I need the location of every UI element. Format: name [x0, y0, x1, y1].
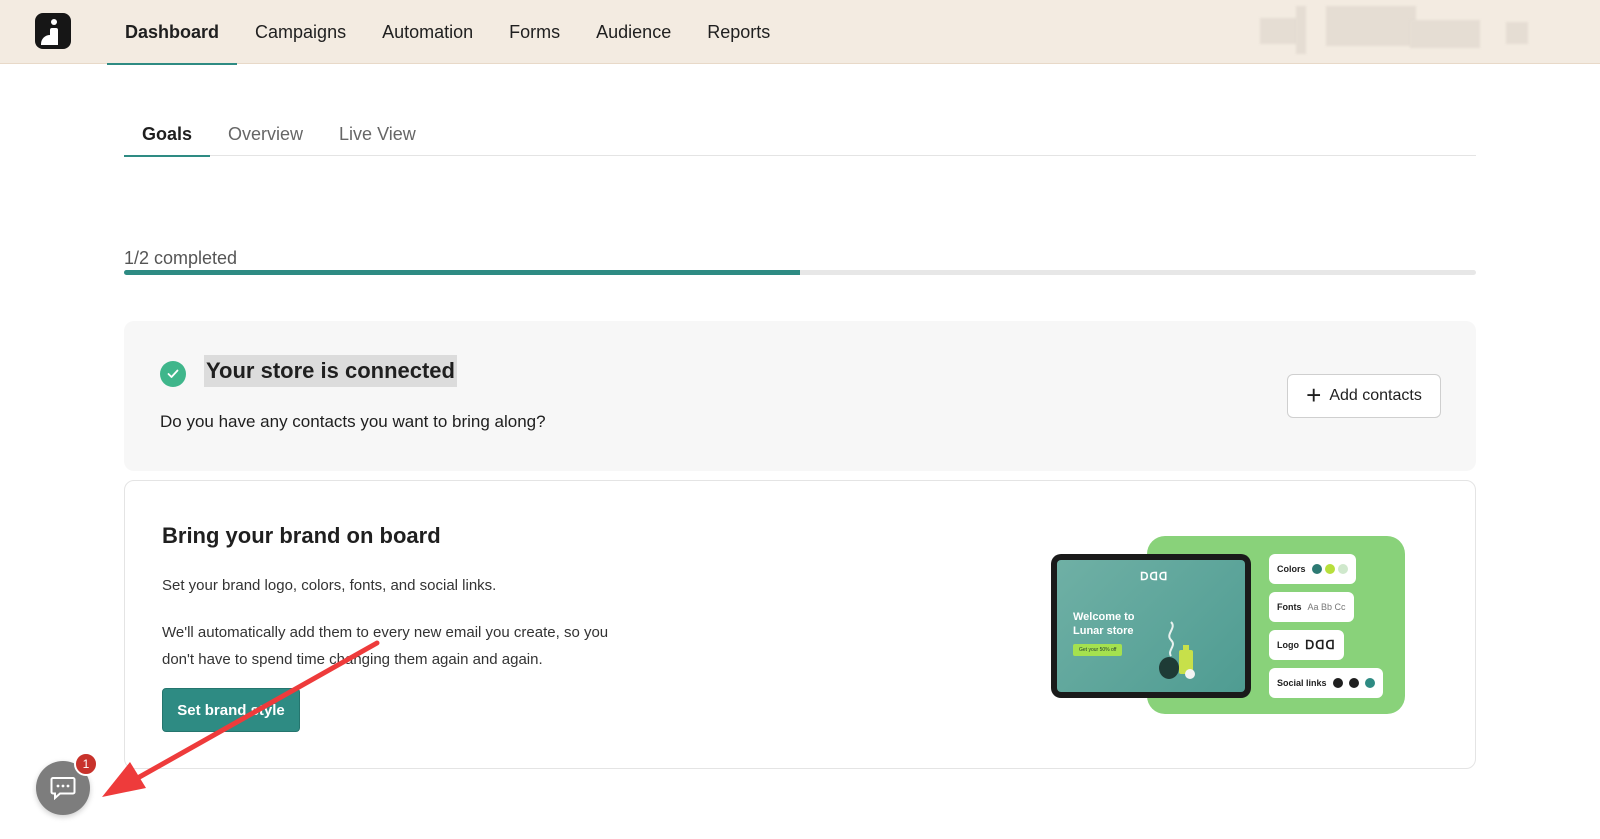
app-logo[interactable] — [35, 13, 71, 49]
color-swatch-teal — [1311, 564, 1322, 574]
logo-mark-icon: ᗞᗡᗡ — [1305, 638, 1336, 652]
nav-campaigns[interactable]: Campaigns — [237, 0, 364, 64]
dashboard-tabs: Goals Overview Live View — [124, 112, 1476, 157]
screen-title: Welcome to Lunar store — [1073, 611, 1135, 637]
logo-chip: Logo ᗞᗡᗡ — [1269, 630, 1344, 660]
tab-overview[interactable]: Overview — [210, 112, 321, 156]
progress-bar-fill — [124, 270, 800, 275]
nav-audience[interactable]: Audience — [578, 0, 689, 64]
progress-bar — [124, 270, 1476, 275]
store-connected-title: Your store is connected — [204, 355, 457, 387]
brand-illustration: ᗞᗡᗡ Welcome to Lunar store Get your 50% … — [1051, 536, 1411, 714]
add-contacts-label: Add contacts — [1329, 387, 1422, 404]
progress-label: 1/2 completed — [124, 248, 238, 268]
set-brand-style-button[interactable]: Set brand style — [162, 688, 300, 732]
blurred-account-area[interactable] — [1260, 6, 1560, 56]
social-chip-label: Social links — [1277, 678, 1327, 688]
add-contacts-button[interactable]: + Add contacts — [1287, 374, 1441, 418]
check-icon — [160, 361, 186, 387]
logo-chip-label: Logo — [1277, 640, 1299, 650]
brand-card-detail: We'll automatically add them to every ne… — [162, 624, 609, 668]
color-swatch-mint — [1337, 564, 1348, 574]
nav-dashboard[interactable]: Dashboard — [107, 0, 238, 65]
vase-icon — [1159, 621, 1195, 679]
brand-card-description: Set your brand logo, colors, fonts, and … — [162, 577, 497, 594]
plus-icon: + — [1306, 380, 1322, 410]
store-connected-card: Your store is connected Do you have any … — [124, 321, 1476, 471]
store-connected-subtitle: Do you have any contacts you want to bri… — [160, 412, 546, 431]
add-social-icon — [1364, 678, 1375, 688]
brand-logo-icon: ᗞᗡᗡ — [1140, 571, 1169, 583]
tablet-image: ᗞᗡᗡ Welcome to Lunar store Get your 50% … — [1051, 554, 1251, 698]
nav-automation[interactable]: Automation — [364, 0, 491, 64]
tab-goals[interactable]: Goals — [124, 112, 211, 157]
facebook-icon — [1332, 678, 1343, 688]
nav-reports[interactable]: Reports — [689, 0, 788, 64]
fonts-sample: Aa Bb Cc — [1307, 602, 1346, 612]
screen-button: Get your 50% off — [1073, 644, 1123, 656]
top-navigation-bar: Dashboard Campaigns Automation Forms Aud… — [0, 0, 1600, 65]
fonts-chip-label: Fonts — [1277, 602, 1302, 612]
tab-live-view[interactable]: Live View — [321, 112, 434, 156]
social-chip: Social links — [1269, 668, 1383, 698]
color-swatch-lime — [1324, 564, 1335, 574]
main-nav: Dashboard Campaigns Automation Forms Aud… — [107, 0, 788, 65]
chat-notification-badge: 1 — [74, 752, 98, 776]
brand-card-title: Bring your brand on board — [162, 523, 441, 548]
brand-card: Bring your brand on board Set your brand… — [124, 480, 1476, 769]
chat-icon — [50, 777, 76, 800]
nav-forms[interactable]: Forms — [491, 0, 578, 64]
instagram-icon — [1348, 678, 1359, 688]
colors-chip: Colors — [1269, 554, 1356, 584]
fonts-chip: Fonts Aa Bb Cc — [1269, 592, 1354, 622]
colors-chip-label: Colors — [1277, 564, 1306, 574]
